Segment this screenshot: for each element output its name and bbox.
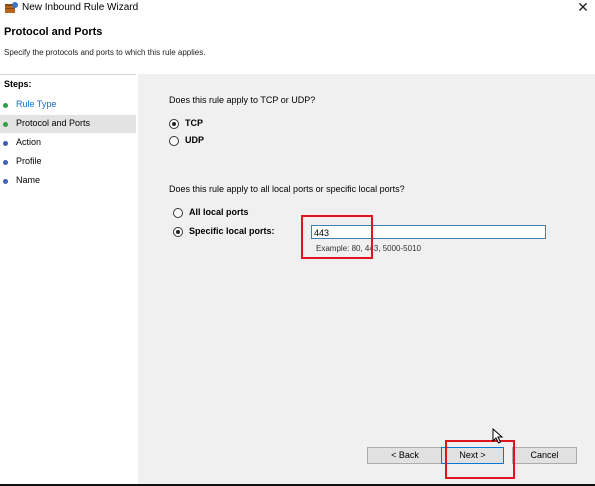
all-local-ports-label[interactable]: All local ports bbox=[189, 207, 249, 217]
page-title: Protocol and Ports bbox=[4, 26, 103, 38]
firewall-app-icon bbox=[5, 2, 18, 13]
step-profile: Profile bbox=[0, 153, 136, 171]
step-name: Name bbox=[0, 172, 136, 190]
step-label: Protocol and Ports bbox=[16, 118, 91, 128]
step-label: Profile bbox=[16, 156, 42, 166]
tcp-label[interactable]: TCP bbox=[185, 118, 203, 128]
specific-ports-input[interactable]: 443 bbox=[311, 225, 546, 239]
title-bar: New Inbound Rule Wizard ✕ bbox=[0, 0, 595, 16]
page-subtitle: Specify the protocols and ports to which… bbox=[4, 48, 206, 57]
all-local-ports-radio[interactable] bbox=[173, 208, 183, 218]
specific-local-ports-label[interactable]: Specific local ports: bbox=[189, 226, 275, 236]
ports-question: Does this rule apply to all local ports … bbox=[169, 184, 405, 194]
next-button[interactable]: Next > bbox=[441, 447, 504, 464]
step-protocol-and-ports[interactable]: Protocol and Ports bbox=[0, 115, 136, 133]
wizard-content bbox=[138, 74, 595, 484]
close-button[interactable]: ✕ bbox=[573, 0, 593, 15]
step-rule-type[interactable]: Rule Type bbox=[0, 96, 136, 114]
protocol-question: Does this rule apply to TCP or UDP? bbox=[169, 95, 316, 105]
step-current-icon bbox=[3, 122, 8, 127]
step-pending-icon bbox=[3, 179, 8, 184]
steps-title: Steps: bbox=[4, 79, 32, 89]
tcp-radio[interactable] bbox=[169, 119, 179, 129]
mouse-cursor-icon bbox=[492, 428, 504, 444]
window-title: New Inbound Rule Wizard bbox=[22, 2, 139, 13]
back-button[interactable]: < Back bbox=[367, 447, 443, 464]
udp-label[interactable]: UDP bbox=[185, 135, 204, 145]
ports-example-text: Example: 80, 443, 5000-5010 bbox=[316, 244, 421, 253]
step-pending-icon bbox=[3, 141, 8, 146]
step-action: Action bbox=[0, 134, 136, 152]
step-label: Rule Type bbox=[16, 99, 57, 109]
step-pending-icon bbox=[3, 160, 8, 165]
step-label: Action bbox=[16, 137, 42, 147]
cancel-button[interactable]: Cancel bbox=[512, 447, 577, 464]
steps-panel: Steps: Rule Type Protocol and Ports Acti… bbox=[0, 74, 136, 485]
step-complete-icon bbox=[3, 103, 8, 108]
specific-local-ports-radio[interactable] bbox=[173, 227, 183, 237]
udp-radio[interactable] bbox=[169, 136, 179, 146]
wizard-header: Protocol and Ports Specify the protocols… bbox=[0, 16, 595, 64]
step-label: Name bbox=[16, 175, 41, 185]
